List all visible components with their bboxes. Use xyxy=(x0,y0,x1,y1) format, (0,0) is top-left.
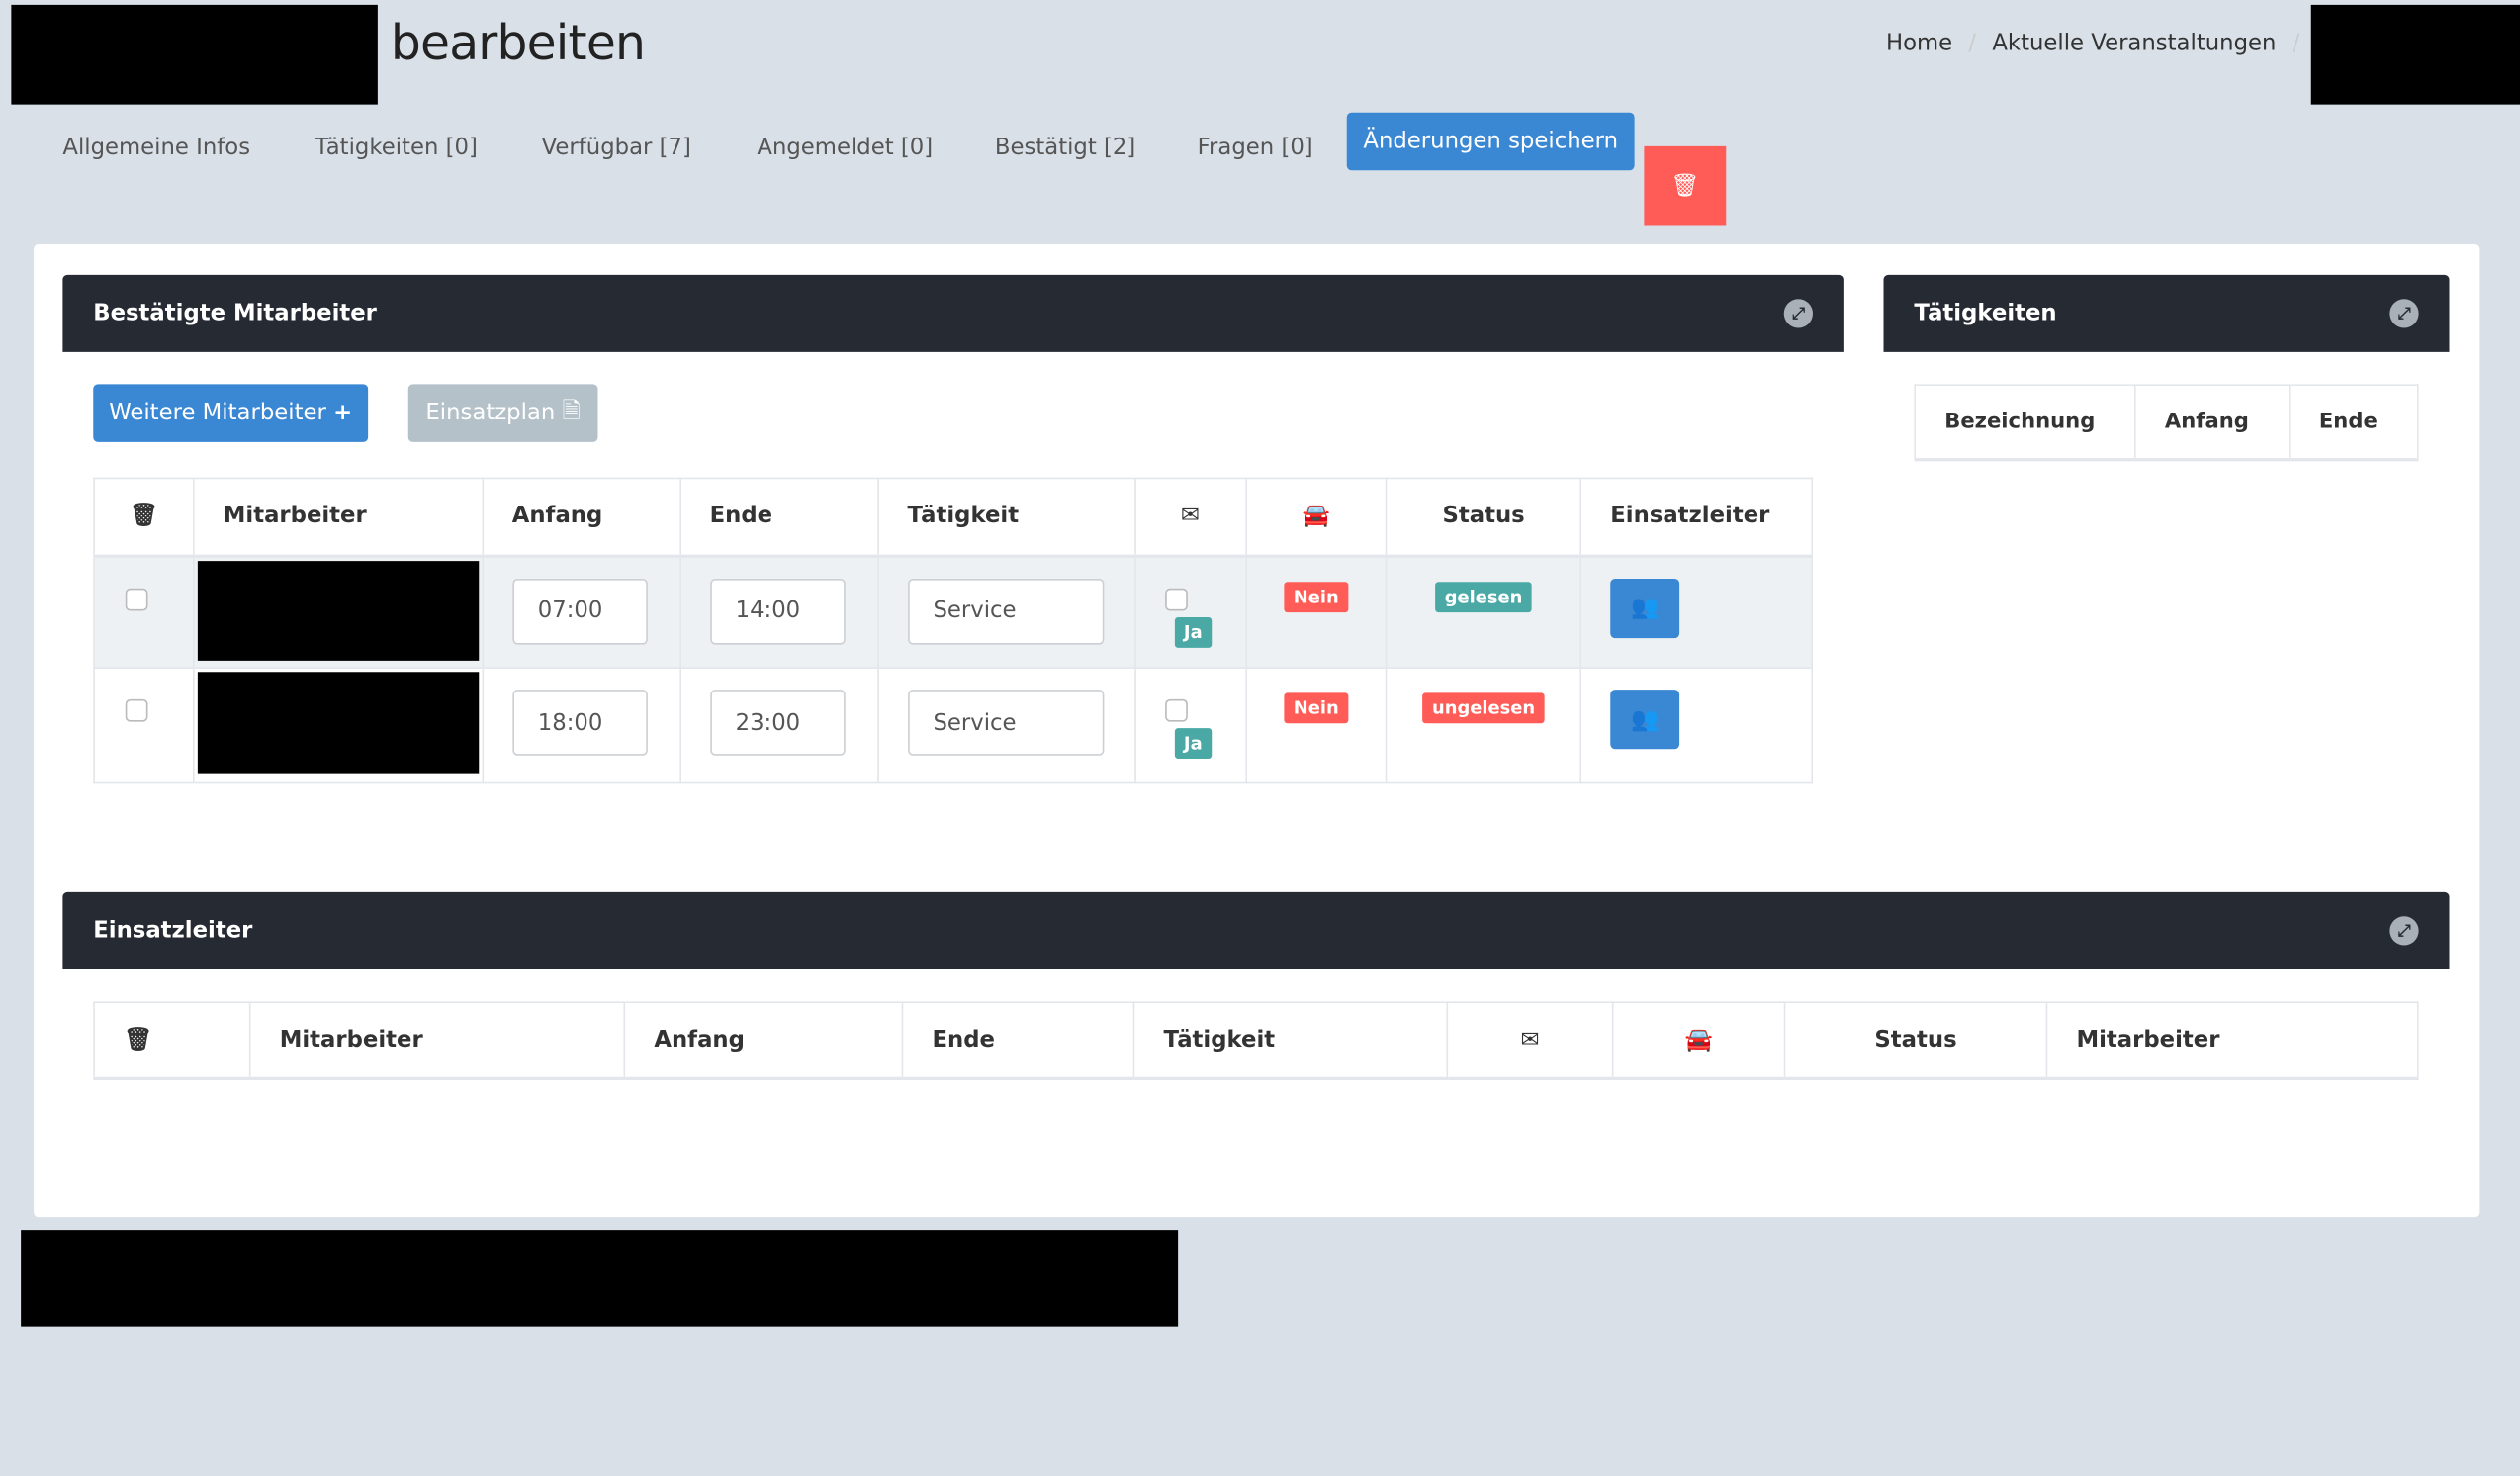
redacted-user xyxy=(2310,4,2520,105)
schedule-pdf-button[interactable]: Einsatzplan 🗎 xyxy=(407,384,598,442)
trash-icon: 🗑 xyxy=(93,477,195,558)
table-header-row: 🗑 Mitarbeiter Anfang Ende Tätigkeit ✉ 🚘 … xyxy=(93,477,1813,558)
breadcrumb-separator: / xyxy=(1968,30,1977,56)
mail-badge: Ja xyxy=(1174,616,1213,648)
col-bezeichnung: Bezeichnung xyxy=(1914,384,2136,461)
table-row: 18:00 23:00 Service Ja Nein ungelesen 👥 xyxy=(93,667,1813,784)
page-title: bearbeiten xyxy=(390,16,646,73)
col-ende: Ende xyxy=(678,477,879,558)
expand-icon[interactable]: ⤢ xyxy=(1783,299,1813,328)
col-einsatzleiter: Einsatzleiter xyxy=(1579,477,1813,558)
mail-checkbox[interactable] xyxy=(1164,698,1188,722)
schedule-pdf-label: Einsatzplan xyxy=(425,400,556,426)
users-icon: 👥 xyxy=(1631,595,1660,621)
start-time-input[interactable]: 07:00 xyxy=(511,578,648,644)
breadcrumb-separator: / xyxy=(2292,30,2300,56)
end-time-input[interactable]: 14:00 xyxy=(709,578,846,644)
car-badge: Nein xyxy=(1283,692,1349,724)
leaders-table: 🗑 Mitarbeiter Anfang Ende Tätigkeit ✉ 🚘 … xyxy=(93,1001,2419,1080)
breadcrumb-home[interactable]: Home xyxy=(1886,31,1952,56)
tab-angemeldet[interactable]: Angemeldet [0] xyxy=(757,136,933,161)
col-anfang: Anfang xyxy=(2134,384,2291,461)
users-icon: 👥 xyxy=(1631,706,1660,733)
activities-table: Bezeichnung Anfang Ende xyxy=(1914,384,2419,461)
col-status: Status xyxy=(1783,1001,2048,1080)
tab-taetigkeiten[interactable]: Tätigkeiten [0] xyxy=(315,136,478,161)
leaders-panel-title: Einsatzleiter xyxy=(93,917,253,944)
redacted-event-name xyxy=(11,4,378,105)
col-taetigkeit: Tätigkeit xyxy=(876,477,1136,558)
expand-icon[interactable]: ⤢ xyxy=(2389,299,2419,328)
status-badge: gelesen xyxy=(1434,581,1533,612)
mail-badge: Ja xyxy=(1174,728,1213,759)
activity-input[interactable]: Service xyxy=(907,578,1104,644)
expand-icon[interactable]: ⤢ xyxy=(2389,916,2419,946)
col-status: Status xyxy=(1386,477,1581,558)
col-anfang: Anfang xyxy=(623,1001,904,1080)
col-anfang: Anfang xyxy=(481,477,681,558)
col-taetigkeit: Tätigkeit xyxy=(1132,1001,1449,1080)
redacted-footer xyxy=(21,1230,1179,1327)
car-icon: 🚘 xyxy=(1611,1001,1786,1080)
status-badge: ungelesen xyxy=(1422,692,1545,724)
trash-icon: 🗑 xyxy=(1670,172,1700,199)
leaders-panel-header: Einsatzleiter ⤢ xyxy=(62,891,2450,969)
tab-verfuegbar[interactable]: Verfügbar [7] xyxy=(542,136,691,161)
set-leader-button[interactable]: 👥 xyxy=(1610,578,1680,638)
add-employee-button[interactable]: Weitere Mitarbeiter + xyxy=(93,384,369,442)
col-mitarbeiter-2: Mitarbeiter xyxy=(2045,1001,2419,1080)
activity-input[interactable]: Service xyxy=(907,690,1104,756)
plus-icon: + xyxy=(333,400,353,426)
confirmed-panel-title: Bestätigte Mitarbeiter xyxy=(93,300,377,326)
delete-button[interactable]: 🗑 xyxy=(1644,145,1727,226)
activities-panel-header: Tätigkeiten ⤢ xyxy=(1883,274,2450,352)
row-checkbox[interactable] xyxy=(125,587,148,610)
save-button[interactable]: Änderungen speichern xyxy=(1346,112,1635,171)
col-ende: Ende xyxy=(2289,384,2419,461)
breadcrumb-events[interactable]: Aktuelle Veranstaltungen xyxy=(1992,31,2276,56)
end-time-input[interactable]: 23:00 xyxy=(709,690,846,756)
tab-allgemeine-infos[interactable]: Allgemeine Infos xyxy=(62,136,250,161)
add-employee-label: Weitere Mitarbeiter xyxy=(109,400,326,426)
tab-bestaetigt[interactable]: Bestätigt [2] xyxy=(995,136,1135,161)
col-ende: Ende xyxy=(901,1001,1135,1080)
breadcrumb: Home / Aktuelle Veranstaltungen / xyxy=(1886,31,2299,56)
table-row: 07:00 14:00 Service Ja Nein gelesen 👥 xyxy=(93,554,1813,669)
confirmed-table: 🗑 Mitarbeiter Anfang Ende Tätigkeit ✉ 🚘 … xyxy=(93,477,1813,784)
envelope-icon: ✉ xyxy=(1446,1001,1614,1080)
envelope-icon: ✉ xyxy=(1133,477,1247,558)
trash-icon: 🗑 xyxy=(93,1001,251,1080)
row-checkbox[interactable] xyxy=(125,698,148,722)
activities-panel-title: Tätigkeiten xyxy=(1914,300,2057,326)
col-mitarbeiter: Mitarbeiter xyxy=(192,477,484,558)
redacted-employee xyxy=(197,672,479,774)
pdf-file-icon: 🗎 xyxy=(562,399,581,424)
mail-checkbox[interactable] xyxy=(1164,587,1188,610)
car-badge: Nein xyxy=(1283,581,1349,612)
car-icon: 🚘 xyxy=(1244,477,1388,558)
tab-fragen[interactable]: Fragen [0] xyxy=(1198,136,1313,161)
confirmed-panel-header: Bestätigte Mitarbeiter ⤢ xyxy=(62,274,1844,352)
col-mitarbeiter: Mitarbeiter xyxy=(248,1001,626,1080)
start-time-input[interactable]: 18:00 xyxy=(511,690,648,756)
redacted-employee xyxy=(197,560,479,661)
set-leader-button[interactable]: 👥 xyxy=(1610,690,1680,750)
